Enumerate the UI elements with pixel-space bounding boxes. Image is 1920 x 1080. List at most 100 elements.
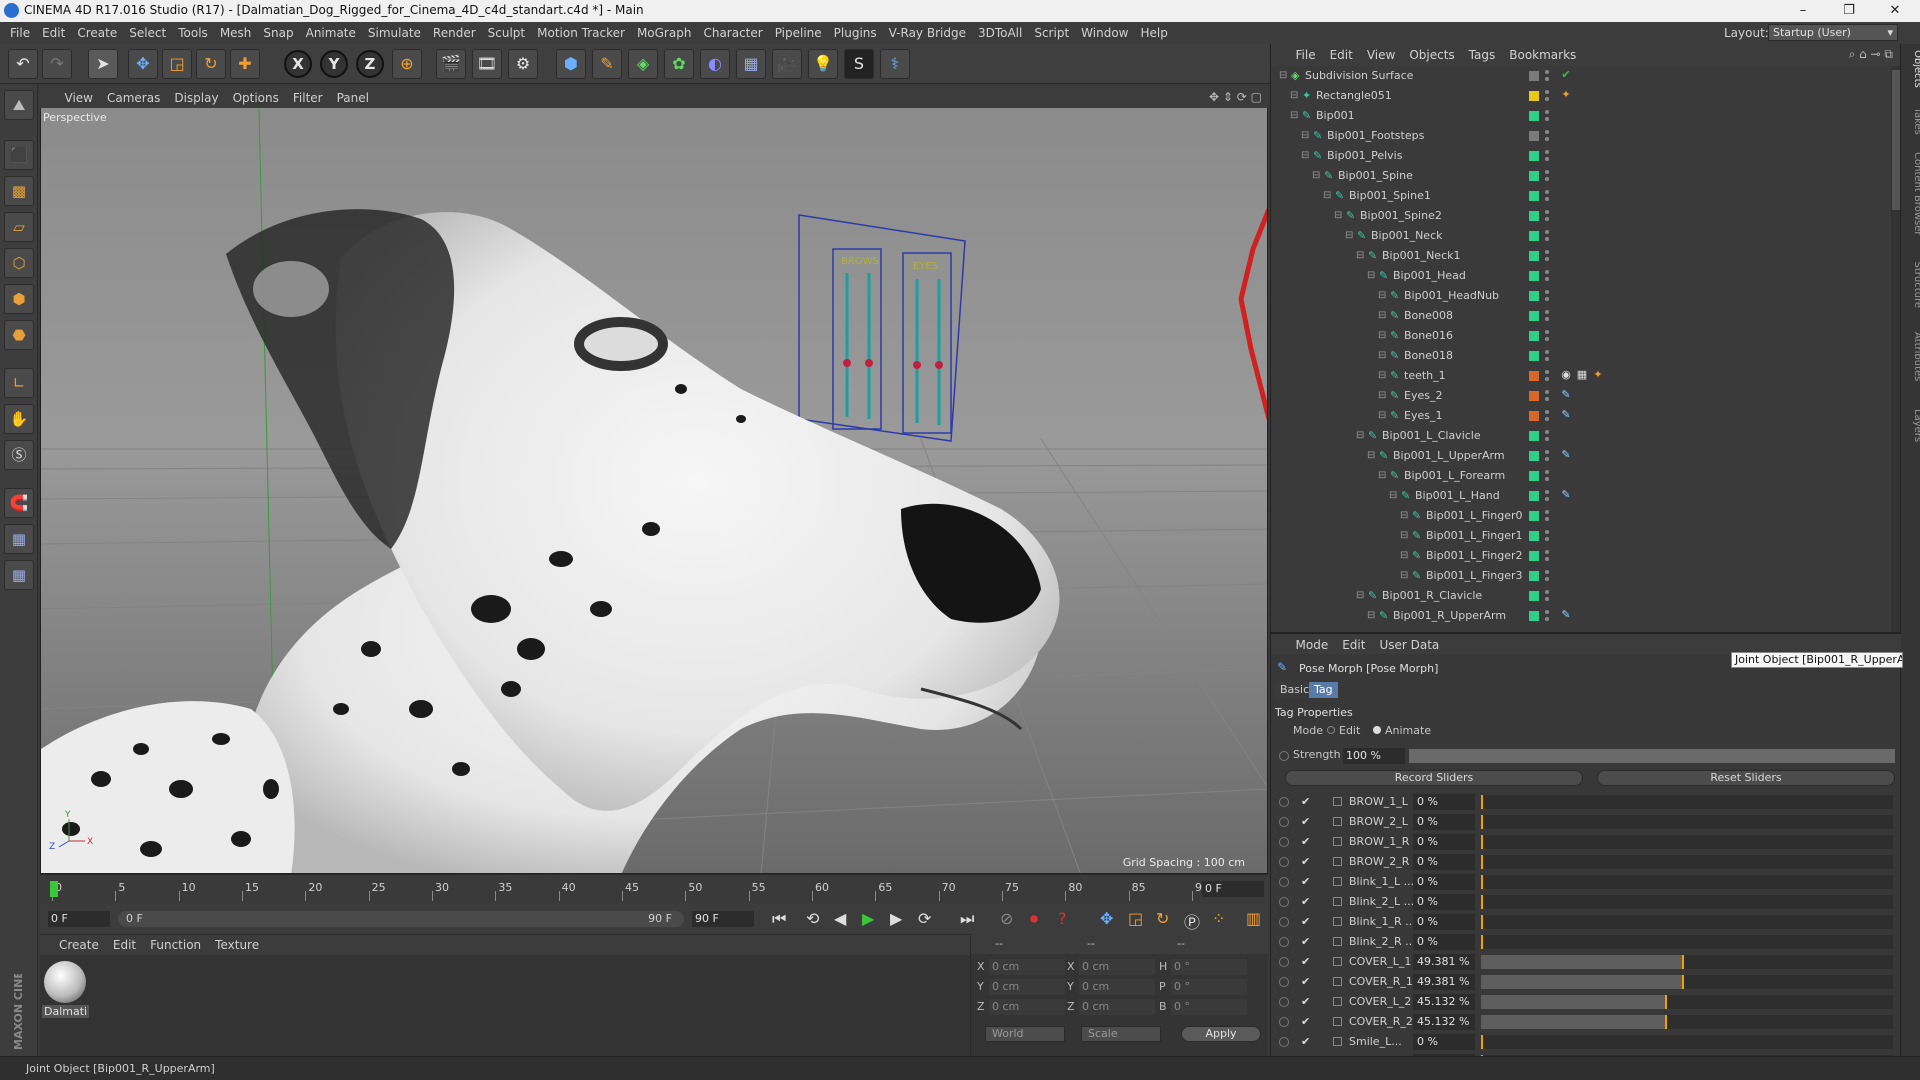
scrollbar-thumb[interactable] <box>1892 70 1900 210</box>
menu-tools[interactable]: Tools <box>172 22 214 44</box>
tree-row[interactable]: ⊟ ✎ Bip001_L_Finger1 <box>1271 526 1891 546</box>
cloner-icon[interactable]: ✿ <box>664 49 694 79</box>
expand-arrow-icon[interactable] <box>1333 957 1342 966</box>
anim-dot-icon[interactable] <box>1279 817 1289 827</box>
object-name[interactable]: Bone008 <box>1404 306 1453 326</box>
cube-icon[interactable]: ⬢ <box>556 49 586 79</box>
start-frame-field[interactable]: 0 F <box>48 911 110 927</box>
rotate-icon[interactable]: ↻ <box>196 49 226 79</box>
enable-check-icon[interactable]: ✔ <box>1301 1032 1310 1052</box>
coord-value-field[interactable]: 0 ° <box>1171 999 1247 1015</box>
expand-toggle-icon[interactable]: ⊟ <box>1279 66 1287 86</box>
object-name[interactable]: Bip001_R_UpperArm <box>1393 606 1506 626</box>
redo-icon[interactable]: ↷ <box>42 49 72 79</box>
morph-slider-track[interactable] <box>1481 955 1893 969</box>
expand-toggle-icon[interactable]: ⊟ <box>1378 346 1386 366</box>
pose-morph-tag-icon[interactable]: ✎ <box>1559 488 1573 502</box>
expand-toggle-icon[interactable]: ⊟ <box>1389 486 1397 506</box>
anim-dot-icon[interactable] <box>1279 897 1289 907</box>
expand-toggle-icon[interactable]: ⊟ <box>1378 386 1386 406</box>
visibility-dots-icon[interactable] <box>1545 409 1549 423</box>
step-forward-icon[interactable]: ▶ <box>890 909 902 928</box>
morph-slider-track[interactable] <box>1481 1015 1893 1029</box>
next-keyframe-icon[interactable]: ⟳ <box>918 909 931 928</box>
om-menu-view[interactable]: View <box>1360 44 1402 66</box>
menu-create[interactable]: Create <box>71 22 123 44</box>
menu-motion-tracker[interactable]: Motion Tracker <box>531 22 631 44</box>
om-menu-tags[interactable]: Tags <box>1462 44 1503 66</box>
tree-row[interactable]: ⊟ ✎ Bip001_L_Clavicle <box>1271 426 1891 446</box>
record-icon[interactable]: ⏺ <box>1030 909 1038 929</box>
morph-slider-track[interactable] <box>1481 1035 1893 1049</box>
am-menu-mode[interactable]: Mode <box>1289 634 1336 656</box>
material-swatch[interactable] <box>44 961 86 1003</box>
timeline-layout-icon[interactable]: ▥ <box>1246 909 1261 928</box>
minimize-button[interactable]: – <box>1780 0 1826 22</box>
object-name[interactable]: Bip001_L_Finger0 <box>1426 506 1523 526</box>
morph-slider-row[interactable]: ✔ BROW_1_L 0 % <box>1271 792 1901 812</box>
am-menu-user-data[interactable]: User Data <box>1372 634 1446 656</box>
enable-check-icon[interactable]: ✔ <box>1301 912 1310 932</box>
select-arrow-icon[interactable]: ➤ <box>88 49 118 79</box>
texture-tag-icon[interactable]: ✦ <box>1591 368 1605 382</box>
eye-control-right[interactable] <box>935 361 943 369</box>
morph-value-field[interactable]: 0 % <box>1413 794 1475 810</box>
end-frame-field[interactable]: 90 F <box>692 911 754 927</box>
render-settings-icon[interactable]: ⚙ <box>508 49 538 79</box>
tree-row[interactable]: ⊟ ✎ Bip001_Footsteps <box>1271 126 1891 146</box>
render-view-icon[interactable]: 🎬 <box>436 49 466 79</box>
tree-row[interactable]: ⊟ ✎ Eyes_1 ✎ <box>1271 406 1891 426</box>
visibility-dots-icon[interactable] <box>1545 469 1549 483</box>
right-tab-objects[interactable]: Objects <box>1912 50 1920 88</box>
brow-control-left[interactable] <box>843 359 851 367</box>
workplane-icon[interactable]: ▱ <box>4 212 34 242</box>
tree-row[interactable]: ⊟ ✎ Bone008 <box>1271 306 1891 326</box>
visibility-dots-icon[interactable] <box>1545 249 1549 263</box>
expand-toggle-icon[interactable]: ⊟ <box>1367 606 1375 626</box>
object-name[interactable]: Bip001_L_UpperArm <box>1393 446 1505 466</box>
anim-dot-icon[interactable] <box>1279 837 1289 847</box>
texture-mode-icon[interactable]: ▩ <box>4 176 34 206</box>
object-name[interactable]: Bip001_Footsteps <box>1327 126 1424 146</box>
expand-toggle-icon[interactable]: ⊟ <box>1367 266 1375 286</box>
visibility-dots-icon[interactable] <box>1545 529 1549 543</box>
expand-toggle-icon[interactable]: ⊟ <box>1367 446 1375 466</box>
prev-keyframe-icon[interactable]: ⟲ <box>806 909 819 928</box>
morph-value-field[interactable]: 0 % <box>1413 1034 1475 1050</box>
menu-mograph[interactable]: MoGraph <box>631 22 698 44</box>
expand-toggle-icon[interactable]: ⊟ <box>1301 126 1309 146</box>
tree-row[interactable]: ⊟ ✎ Bip001 <box>1271 106 1891 126</box>
deformer-icon[interactable]: ◐ <box>700 49 730 79</box>
tree-row[interactable]: ⊟ ✎ Bip001_Neck1 <box>1271 246 1891 266</box>
morph-slider-row[interactable]: ✔ Blink_2_R ... 0 % <box>1271 932 1901 952</box>
object-name[interactable]: Subdivision Surface <box>1305 66 1413 86</box>
morph-slider-track[interactable] <box>1481 795 1893 809</box>
tree-row[interactable]: ⊟ ✎ Bip001_Pelvis <box>1271 146 1891 166</box>
visibility-dots-icon[interactable] <box>1545 349 1549 363</box>
expand-toggle-icon[interactable]: ⊟ <box>1378 466 1386 486</box>
morph-value-field[interactable]: 0 % <box>1413 834 1475 850</box>
om-menu-bookmarks[interactable]: Bookmarks <box>1502 44 1583 66</box>
visibility-dots-icon[interactable] <box>1545 389 1549 403</box>
right-tab-takes[interactable]: Takes <box>1912 107 1920 135</box>
size-mode-select[interactable]: Scale <box>1081 1026 1161 1042</box>
enable-check-icon[interactable]: ✔ <box>1301 972 1310 992</box>
object-name[interactable]: Bip001_Spine2 <box>1360 206 1442 226</box>
morph-slider-row[interactable]: ✔ COVER_L_2 45.132 % <box>1271 992 1901 1012</box>
axis-mode-icon[interactable]: ∟ <box>4 368 34 398</box>
menu-sculpt[interactable]: Sculpt <box>482 22 531 44</box>
tree-row[interactable]: ⊟ ✎ Bip001_L_Forearm <box>1271 466 1891 486</box>
object-name[interactable]: Bone018 <box>1404 346 1453 366</box>
morph-slider-track[interactable] <box>1481 855 1893 869</box>
material-menu-function[interactable]: Function <box>143 935 208 955</box>
object-name[interactable]: Eyes_1 <box>1404 406 1442 426</box>
menu-help[interactable]: Help <box>1134 22 1173 44</box>
autokey-icon[interactable]: ? <box>1058 909 1067 928</box>
right-tab-structure[interactable]: Structure <box>1912 262 1920 309</box>
sketch-icon[interactable]: S <box>844 49 874 79</box>
visibility-dots-icon[interactable] <box>1545 429 1549 443</box>
camera-icon[interactable]: 🎥 <box>772 49 802 79</box>
expand-toggle-icon[interactable]: ⊟ <box>1334 206 1342 226</box>
viewport-nav-icons[interactable]: ✥ ⇕ ⟳ ▢ <box>1209 90 1262 104</box>
visibility-dots-icon[interactable] <box>1545 129 1549 143</box>
